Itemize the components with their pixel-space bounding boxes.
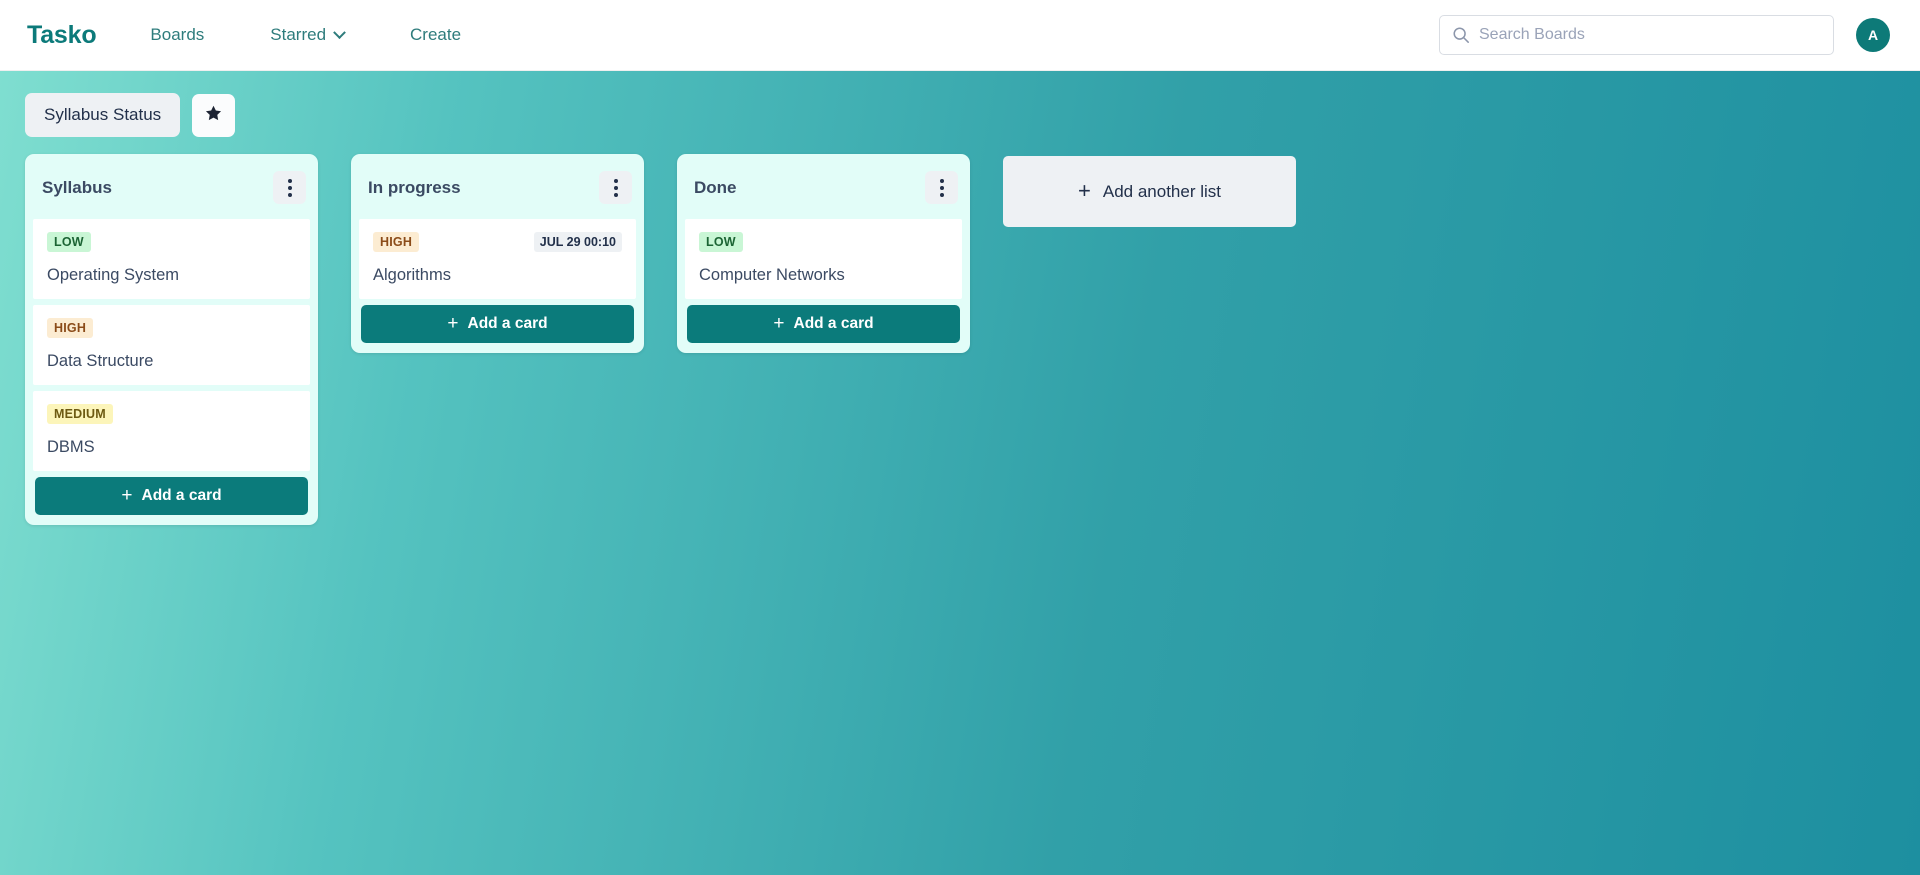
card[interactable]: HIGH Data Structure [33, 305, 310, 385]
star-icon [204, 104, 223, 126]
kebab-menu-icon[interactable] [273, 171, 306, 204]
list-header: In progress [351, 154, 644, 219]
card-meta-row: LOW [699, 231, 948, 252]
list-done: Done LOW Computer Networks + Add a card [677, 154, 970, 353]
kebab-menu-icon[interactable] [599, 171, 632, 204]
board-header: Syllabus Status [25, 93, 1920, 137]
priority-badge: HIGH [47, 317, 94, 338]
card-title: Algorithms [373, 266, 451, 284]
app-logo[interactable]: Tasko [27, 21, 97, 50]
board-canvas: Syllabus Status Syllabus LOW Operating S… [0, 71, 1920, 875]
add-card-button[interactable]: + Add a card [361, 305, 634, 343]
navbar-right-group: A [1439, 15, 1898, 55]
star-board-button[interactable] [192, 93, 236, 137]
nav-item-create-label: Create [410, 25, 462, 44]
list-in-progress: In progress HIGH JUL 29 00:10 Algorithms… [351, 154, 644, 353]
nav-item-starred[interactable]: Starred [252, 15, 362, 55]
add-card-label: Add a card [793, 315, 874, 332]
card-meta-row: HIGH [47, 317, 296, 338]
nav-item-boards-label: Boards [150, 25, 205, 44]
list-title: In progress [368, 177, 461, 197]
list-container: Syllabus LOW Operating System HIGH Data … [25, 154, 1920, 525]
plus-icon: + [121, 484, 133, 506]
card[interactable]: LOW Operating System [33, 219, 310, 299]
card-meta-row: LOW [47, 231, 296, 252]
nav-item-starred-label: Starred [270, 25, 327, 44]
priority-badge: LOW [699, 231, 743, 252]
search-icon [1452, 26, 1470, 44]
due-date-badge: JUL 29 00:10 [533, 231, 622, 252]
add-card-label: Add a card [141, 487, 222, 504]
priority-badge: MEDIUM [47, 403, 113, 424]
card[interactable]: LOW Computer Networks [685, 219, 962, 299]
card[interactable]: HIGH JUL 29 00:10 Algorithms [359, 219, 636, 299]
add-card-button[interactable]: + Add a card [687, 305, 960, 343]
card-title: DBMS [47, 438, 95, 456]
card[interactable]: MEDIUM DBMS [33, 391, 310, 471]
nav-item-boards[interactable]: Boards [132, 15, 222, 55]
list-header: Done [677, 154, 970, 219]
top-navbar: Tasko Boards Starred Create A [0, 0, 1920, 71]
kebab-menu-icon[interactable] [925, 171, 958, 204]
priority-badge: HIGH [373, 231, 420, 252]
search-input[interactable] [1479, 26, 1821, 44]
add-card-label: Add a card [467, 315, 548, 332]
priority-badge: LOW [47, 231, 91, 252]
card-title: Data Structure [47, 352, 154, 370]
search-box[interactable] [1439, 15, 1834, 55]
board-title-button[interactable]: Syllabus Status [25, 93, 181, 137]
plus-icon: + [447, 312, 459, 334]
list-header: Syllabus [25, 154, 318, 219]
list-syllabus: Syllabus LOW Operating System HIGH Data … [25, 154, 318, 525]
add-another-list-button[interactable]: + Add another list [1003, 156, 1296, 227]
avatar-initial: A [1867, 27, 1879, 43]
avatar[interactable]: A [1856, 18, 1890, 52]
list-title: Done [694, 177, 737, 197]
list-title: Syllabus [42, 177, 112, 197]
card-meta-row: MEDIUM [47, 403, 296, 424]
card-title: Operating System [47, 266, 180, 284]
card-title: Computer Networks [699, 266, 845, 284]
plus-icon: + [1078, 177, 1091, 203]
plus-icon: + [773, 312, 785, 334]
nav-item-create[interactable]: Create [392, 15, 479, 55]
chevron-down-icon [333, 25, 346, 39]
add-another-list-label: Add another list [1102, 181, 1221, 201]
add-card-button[interactable]: + Add a card [35, 477, 308, 515]
card-meta-row: HIGH JUL 29 00:10 [373, 231, 622, 252]
